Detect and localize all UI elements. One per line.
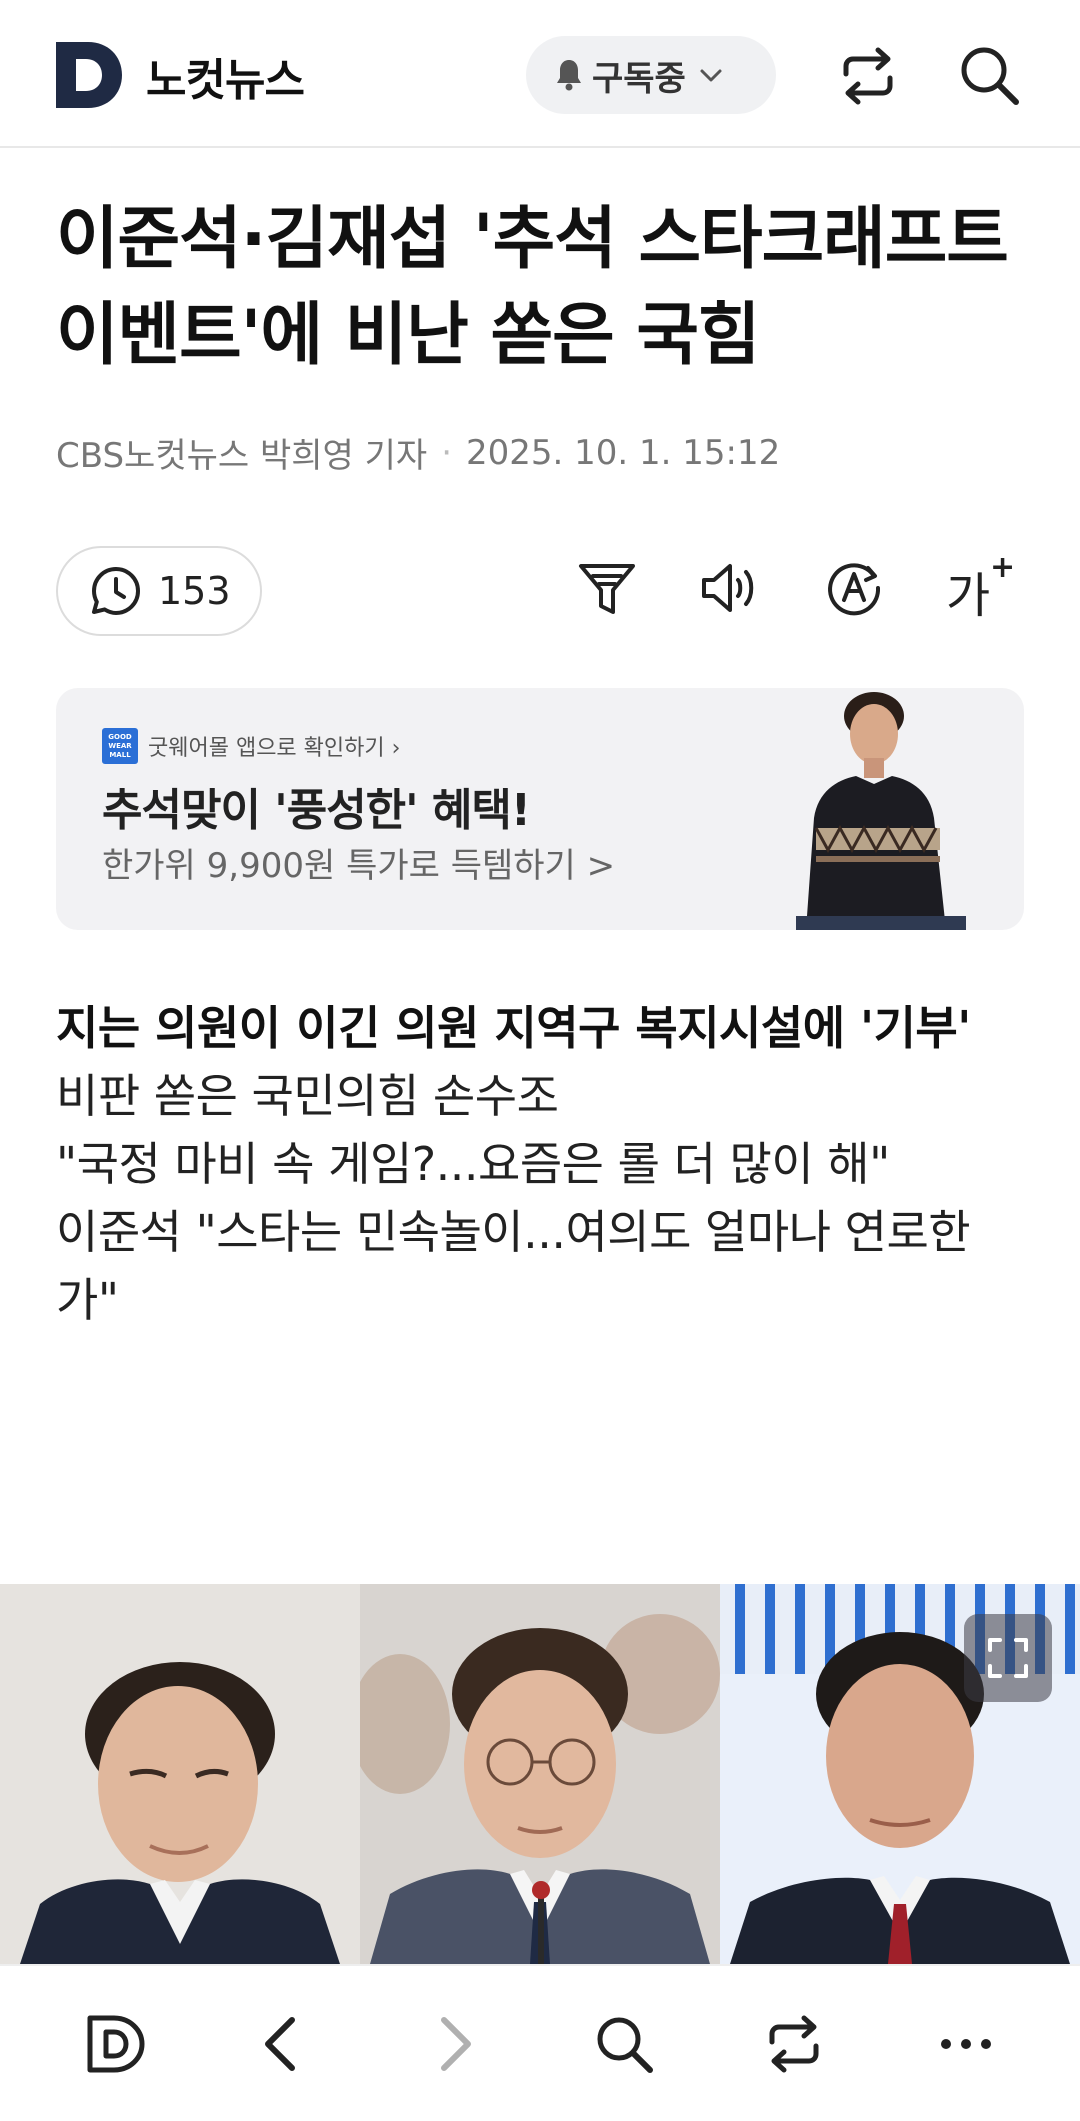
brand-name[interactable]: 노컷뉴스 [146, 44, 305, 108]
comment-button[interactable]: 153 [56, 546, 262, 636]
chevron-down-icon [700, 69, 722, 82]
nav-more-button[interactable] [934, 2012, 998, 2076]
photo-lee-junseok [0, 1584, 360, 1964]
font-size-plus: + [990, 550, 1016, 585]
ad-source[interactable]: GOOD WEAR MALL 굿웨어몰 앱으로 확인하기 › [102, 728, 400, 764]
summary-line-3: "국정 마비 속 게임?...요즘은 롤 더 많이 해" [56, 1137, 890, 1191]
font-size-button[interactable]: 가 + [946, 550, 1018, 624]
expand-icon [988, 1638, 1028, 1678]
speaker-icon [702, 564, 754, 612]
article-photo[interactable] [0, 1584, 1080, 1964]
nav-home-button[interactable] [84, 2012, 148, 2076]
byline-separator: · [441, 432, 452, 473]
home-logo-icon [87, 2015, 145, 2073]
summary-line-1: 지는 의원이 이긴 의원 지역구 복지시설에 '기부' [56, 1001, 971, 1055]
summary-line-2: 비판 쏟은 국민의힘 손수조 [56, 1069, 559, 1123]
more-icon [941, 2039, 991, 2049]
goodwearmall-logo: GOOD WEAR MALL [102, 728, 138, 764]
summary-line-4: 이준석 "스타는 민속놀이...여의도 얼마나 연로한가" [56, 1205, 971, 1327]
ad-banner[interactable]: GOOD WEAR MALL 굿웨어몰 앱으로 확인하기 › 추석맞이 '풍성한… [56, 688, 1024, 930]
nav-search-button[interactable] [592, 2012, 656, 2076]
back-icon [265, 2017, 295, 2071]
nav-back-button[interactable] [250, 2012, 314, 2076]
text-to-speech-button[interactable] [698, 556, 762, 620]
translate-icon [828, 563, 881, 616]
top-header: 노컷뉴스 구독중 [0, 0, 1080, 148]
article-title: 이준석·김재섭 '추석 스타크래프트 이벤트'에 비난 쏟은 국힘 [56, 200, 1009, 375]
photo-kim-jaeseop [360, 1584, 720, 1964]
forward-icon [441, 2017, 471, 2071]
ad-subtext: 한가위 9,900원 특가로 득템하기 > [102, 846, 616, 886]
subscribe-label: 구독중 [592, 58, 686, 99]
share-icon [769, 2015, 819, 2073]
nocut-logo-icon[interactable] [56, 42, 122, 108]
article-summary: 지는 의원이 이긴 의원 지역구 복지시설에 '기부' 비판 쏟은 국민의힘 손… [56, 994, 1016, 1334]
comment-count: 153 [158, 569, 231, 613]
comment-icon [92, 567, 140, 615]
subscribe-button[interactable]: 구독중 [526, 36, 776, 114]
ad-source-link: 굿웨어몰 앱으로 확인하기 › [148, 736, 401, 761]
ad-headline: 추석맞이 '풍성한' 혜택! [102, 785, 531, 836]
bell-icon [557, 60, 581, 91]
nav-forward-button[interactable] [422, 2012, 486, 2076]
translate-button[interactable] [822, 556, 886, 620]
filter-icon [579, 564, 635, 614]
search-icon[interactable] [956, 42, 1022, 108]
bottom-navigation [0, 1964, 1080, 2121]
nav-share-button[interactable] [762, 2012, 826, 2076]
filter-button[interactable] [575, 556, 639, 620]
font-size-label: 가 [946, 568, 991, 624]
byline-author: CBS노컷뉴스 박희영 기자 [56, 436, 428, 476]
byline-date: 2025. 10. 1. 15:12 [466, 432, 781, 473]
share-icon[interactable] [836, 44, 900, 108]
search-icon [597, 2017, 653, 2073]
ad-model-image [756, 688, 996, 930]
article-byline: CBS노컷뉴스 박희영 기자 · 2025. 10. 1. 15:12 [56, 428, 780, 477]
expand-photo-button[interactable] [964, 1614, 1052, 1702]
